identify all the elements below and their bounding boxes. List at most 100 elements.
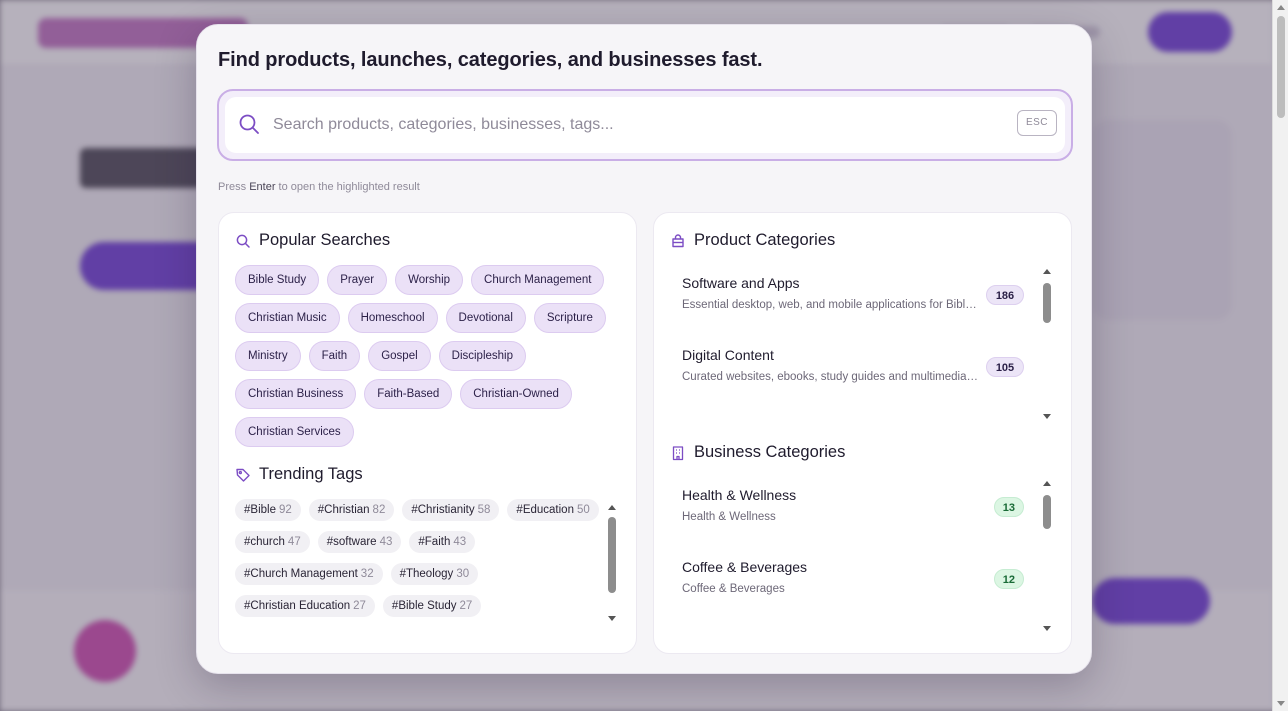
business-categories-list[interactable]: Health & Wellness Health & Wellness 13 Coff… bbox=[670, 475, 1034, 619]
trending-tags-list: #Bible 92 #Christian 82 #Christianity 58 #Educ… bbox=[235, 499, 605, 617]
popular-searches-title: Popular Searches bbox=[259, 231, 391, 249]
tag-name: #software bbox=[326, 536, 377, 548]
popular-searches-list: Bible Study Prayer Worship Church Managemen… bbox=[235, 265, 627, 447]
category-name: Health & Wellness bbox=[682, 487, 797, 503]
category-name: Software and Apps bbox=[682, 275, 800, 291]
tag-icon bbox=[236, 468, 250, 482]
category-name: Digital Content bbox=[682, 347, 774, 363]
trending-tag[interactable]: #church 47 bbox=[235, 531, 310, 553]
trending-tags-scroll[interactable]: #Bible 92 #Christian 82 #Christianity 58 #Educ… bbox=[235, 499, 619, 621]
trending-tag[interactable]: #Faith 43 bbox=[409, 531, 476, 553]
category-description: Health & Wellness bbox=[682, 511, 776, 523]
building-icon bbox=[672, 445, 684, 460]
tag-count: 30 bbox=[456, 568, 470, 580]
trending-tag[interactable]: #Bible Study 27 bbox=[382, 595, 482, 617]
scroll-up-arrow-icon[interactable] bbox=[1277, 5, 1285, 10]
scroll-up-arrow-icon[interactable] bbox=[608, 505, 616, 510]
category-item[interactable]: Digital Content Curated websites, ebooks,… bbox=[670, 335, 1034, 407]
product-categories-scrollbar[interactable] bbox=[1042, 269, 1052, 419]
page-scrollbar-thumb[interactable] bbox=[1277, 16, 1285, 118]
trending-tag[interactable]: #Education 50 bbox=[507, 499, 599, 521]
trending-tags-scroll-thumb[interactable] bbox=[608, 517, 616, 593]
tag-count: 27 bbox=[353, 600, 366, 612]
popular-search-chip[interactable]: Bible Study bbox=[235, 265, 320, 295]
category-name: Coffee & Beverages bbox=[682, 559, 808, 575]
popular-searches-header: Popular Searches bbox=[235, 231, 390, 250]
scroll-up-arrow-icon[interactable] bbox=[1043, 269, 1051, 274]
popular-search-chip[interactable]: Gospel bbox=[368, 341, 431, 371]
search-modal: Find products, launches, categories, and… bbox=[196, 24, 1092, 674]
scroll-up-arrow-icon[interactable] bbox=[1043, 481, 1051, 486]
popular-search-chip[interactable]: Christian Business bbox=[235, 379, 357, 409]
categories-panel: Product Categories Software and Apps Esse… bbox=[653, 212, 1072, 654]
popular-search-chip[interactable]: Christian-Owned bbox=[460, 379, 572, 409]
trending-tag[interactable]: #Christianity 58 bbox=[402, 499, 500, 521]
business-categories-scroll-thumb[interactable] bbox=[1043, 495, 1051, 529]
trending-tag[interactable]: #Theology 30 bbox=[390, 563, 479, 585]
tag-count: 92 bbox=[278, 504, 292, 516]
category-item[interactable]: Software and Apps Essential desktop, web,… bbox=[670, 263, 1034, 335]
tag-name: #Christian bbox=[317, 504, 370, 516]
tag-name: #Christianity bbox=[411, 504, 475, 516]
popular-panel: Popular Searches Bible Study Prayer Worshi… bbox=[218, 212, 637, 654]
popular-search-chip[interactable]: Prayer bbox=[327, 265, 388, 295]
popular-search-chip[interactable]: Devotional bbox=[445, 303, 526, 333]
category-count-badge: 186 bbox=[986, 285, 1024, 305]
popular-search-chip[interactable]: Faith bbox=[308, 341, 361, 371]
popular-search-chip[interactable]: Ministry bbox=[235, 341, 301, 371]
product-categories-list[interactable]: Software and Apps Essential desktop, web,… bbox=[670, 263, 1034, 407]
popular-search-chip[interactable]: Scripture bbox=[533, 303, 606, 333]
tag-count: 43 bbox=[379, 536, 393, 548]
scroll-down-arrow-icon[interactable] bbox=[608, 616, 616, 621]
bag-icon bbox=[672, 233, 684, 247]
category-description: Essential desktop, web, and mobile appli… bbox=[682, 299, 980, 311]
popular-search-chip[interactable]: Homeschool bbox=[347, 303, 438, 333]
page-scrollbar[interactable] bbox=[1272, 0, 1288, 711]
trending-tag[interactable]: #Church Management 32 bbox=[235, 563, 383, 585]
search-icon bbox=[239, 114, 259, 134]
category-item[interactable]: Health & Wellness Health & Wellness 13 bbox=[670, 475, 1034, 547]
search-box: ESC bbox=[217, 89, 1073, 161]
trending-tag[interactable]: #Christian 82 bbox=[308, 499, 395, 521]
tag-name: #Bible Study bbox=[391, 600, 457, 612]
popular-search-chip[interactable]: Church Management bbox=[471, 265, 605, 295]
business-categories-scrollbar[interactable] bbox=[1042, 481, 1052, 631]
business-categories-header: Business Categories bbox=[670, 443, 845, 462]
popular-search-chip[interactable]: Christian Services bbox=[235, 417, 354, 447]
tag-name: #Christian Education bbox=[244, 600, 351, 612]
tag-name: #Education bbox=[516, 504, 574, 516]
category-item[interactable]: Coffee & Beverages Coffee & Beverages 12 bbox=[670, 547, 1034, 619]
hint-key: Enter bbox=[249, 181, 276, 193]
trending-tag[interactable]: #Christian Education 27 bbox=[235, 595, 375, 617]
esc-button[interactable]: ESC bbox=[1017, 110, 1057, 136]
trending-tag[interactable]: #Bible 92 bbox=[235, 499, 301, 521]
tag-name: #Church Management bbox=[244, 568, 358, 580]
scroll-down-arrow-icon[interactable] bbox=[1043, 414, 1051, 419]
tag-name: #church bbox=[244, 536, 285, 548]
product-categories-scroll-thumb[interactable] bbox=[1043, 283, 1051, 323]
hint-suffix: to open the highlighted result bbox=[275, 181, 420, 193]
trending-tag[interactable]: #software 43 bbox=[317, 531, 402, 553]
tag-count: 82 bbox=[372, 504, 386, 516]
popular-search-chip[interactable]: Faith-Based bbox=[364, 379, 453, 409]
search-input[interactable] bbox=[273, 97, 993, 153]
category-description: Coffee & Beverages bbox=[682, 583, 785, 595]
modal-title: Find products, launches, categories, and… bbox=[218, 49, 763, 71]
tag-count: 50 bbox=[576, 504, 590, 516]
trending-tags-header: Trending Tags bbox=[235, 465, 363, 484]
popular-search-chip[interactable]: Discipleship bbox=[438, 341, 526, 371]
search-box-inner: ESC bbox=[225, 97, 1065, 153]
category-count-badge: 105 bbox=[986, 357, 1024, 377]
category-count-badge: 13 bbox=[993, 497, 1024, 517]
scroll-down-arrow-icon[interactable] bbox=[1043, 626, 1051, 631]
popular-search-chip[interactable]: Worship bbox=[395, 265, 464, 295]
search-icon bbox=[236, 234, 250, 248]
product-categories-title: Product Categories bbox=[694, 231, 836, 249]
tag-count: 27 bbox=[459, 600, 473, 612]
scroll-down-arrow-icon[interactable] bbox=[1277, 701, 1285, 706]
keyboard-hint: Press Enter to open the highlighted resu… bbox=[218, 181, 420, 193]
category-count-badge: 12 bbox=[993, 569, 1024, 589]
tag-count: 58 bbox=[477, 504, 491, 516]
popular-search-chip[interactable]: Christian Music bbox=[235, 303, 340, 333]
trending-tags-scrollbar[interactable] bbox=[607, 505, 617, 621]
